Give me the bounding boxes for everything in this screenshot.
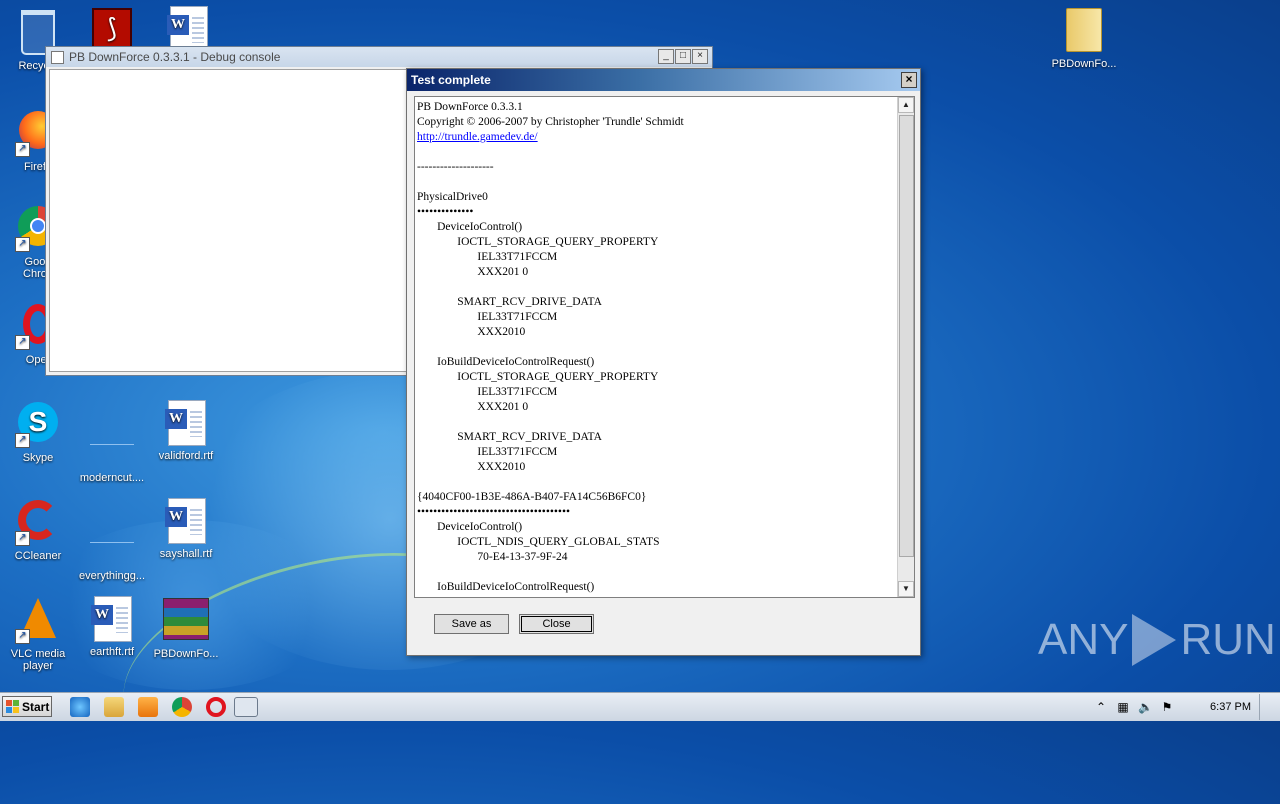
results-text: PB DownForce 0.3.3.1 Copyright © 2006-20… [417, 100, 895, 593]
debug-console-titlebar[interactable]: PB DownForce 0.3.3.1 - Debug console _ □… [46, 47, 712, 67]
start-label: Start [22, 699, 50, 714]
skype-icon: S ↗ [15, 402, 61, 448]
scroll-down-arrow-icon[interactable]: ▼ [898, 581, 914, 597]
desktop-icon-label: CCleaner [14, 550, 62, 562]
desktop-icon-label: everythingg... [78, 570, 146, 582]
desktop-icon-skype[interactable]: S ↗ Skype [0, 400, 76, 464]
window-title: PB DownForce 0.3.3.1 - Debug console [69, 50, 281, 64]
result-line: XXX201 0 [417, 266, 529, 278]
result-line: -------------------- [417, 161, 494, 173]
dialog-title: Test complete [411, 73, 491, 87]
result-line: IoBuildDeviceIoControlRequest() [417, 356, 595, 368]
close-button[interactable]: Close [519, 614, 594, 634]
blank-file-icon [89, 520, 135, 566]
word-doc-icon: W [163, 498, 209, 544]
media-player-icon[interactable] [138, 697, 158, 717]
desktop-icon-label: PBDownFo... [153, 648, 219, 660]
word-doc-icon: W [89, 596, 135, 642]
result-line: •••••••••••••• [417, 206, 474, 218]
anyrun-watermark: ANY RUN [1038, 608, 1276, 672]
opera-taskbar-icon[interactable] [206, 697, 226, 717]
result-line: IEL33T71FCCM [417, 386, 558, 398]
desktop-icon-label: Skype [22, 452, 54, 464]
watermark-text-left: ANY [1038, 615, 1129, 664]
minimize-button[interactable]: _ [658, 49, 674, 64]
desktop-icon-everythingg[interactable]: everythingg... [74, 498, 150, 582]
show-hidden-icons-icon[interactable]: ⌃ [1094, 700, 1108, 714]
folder-icon [1061, 8, 1107, 54]
close-icon[interactable]: × [901, 72, 917, 88]
result-line: DeviceIoControl() [417, 221, 523, 233]
desktop-icon-moderncut[interactable]: moderncut.... [74, 400, 150, 484]
chrome-taskbar-icon[interactable] [172, 697, 192, 717]
result-line: IEL33T71FCCM [417, 251, 558, 263]
test-complete-dialog[interactable]: Test complete × PB DownForce 0.3.3.1 Cop… [406, 68, 921, 656]
vlc-cone-icon: ↗ [15, 598, 61, 644]
desktop-icon-sayshall[interactable]: W sayshall.rtf [148, 498, 224, 560]
result-line: PhysicalDrive0 [417, 191, 488, 203]
volume-icon[interactable]: 🔈 [1138, 700, 1153, 714]
internet-explorer-icon[interactable] [70, 697, 90, 717]
show-desktop-button[interactable] [1259, 694, 1276, 720]
close-button[interactable]: × [692, 49, 708, 64]
homepage-link[interactable]: http://trundle.gamedev.de/ [417, 131, 538, 143]
desktop-icon-label: validford.rtf [158, 450, 214, 462]
scroll-up-arrow-icon[interactable]: ▲ [898, 97, 914, 113]
desktop-icon-vlc[interactable]: ↗ VLC media player [0, 596, 76, 672]
pbdownforce-taskbar-icon[interactable] [234, 697, 258, 717]
desktop-icon-label: earthft.rtf [89, 646, 135, 658]
desktop-icon-pbdownforce-folder[interactable]: PBDownFo... [1046, 6, 1122, 70]
result-line: IoBuildDeviceIoControlRequest() [417, 581, 595, 593]
blank-file-icon [89, 422, 135, 468]
result-line: IEL33T71FCCM [417, 446, 558, 458]
word-doc-icon: W [163, 400, 209, 446]
file-explorer-icon[interactable] [104, 697, 124, 717]
result-line: {4040CF00-1B3E-486A-B407-FA14C56B6FC0} [417, 491, 647, 503]
result-line: DeviceIoControl() [417, 521, 523, 533]
result-line: IOCTL_STORAGE_QUERY_PROPERTY [417, 236, 659, 248]
result-line: IEL33T71FCCM [417, 311, 558, 323]
play-triangle-icon [1132, 614, 1177, 666]
result-line: XXX201 0 [417, 401, 529, 413]
clock[interactable]: 6:37 PM [1210, 701, 1251, 713]
result-line: SMART_RCV_DRIVE_DATA [417, 431, 602, 443]
scrollbar-thumb[interactable] [899, 115, 914, 557]
dialog-titlebar[interactable]: Test complete [407, 69, 920, 91]
system-tray: ⌃ ▦ 🔈 ⚑ 6:37 PM [1094, 693, 1276, 721]
result-line: XXX2010 [417, 326, 526, 338]
app-icon [51, 50, 64, 64]
desktop-icon-ccleaner[interactable]: ↗ CCleaner [0, 498, 76, 562]
result-line: XXX2010 [417, 461, 526, 473]
desktop-icon-validford[interactable]: W validford.rtf [148, 400, 224, 462]
desktop-icon-label: moderncut.... [79, 472, 145, 484]
maximize-button[interactable]: □ [675, 49, 691, 64]
desktop-icon-label: sayshall.rtf [159, 548, 213, 560]
result-line: IOCTL_NDIS_QUERY_GLOBAL_STATS [417, 536, 660, 548]
action-center-flag-icon[interactable]: ⚑ [1160, 700, 1174, 714]
result-line: PB DownForce 0.3.3.1 [417, 101, 523, 113]
result-line: IOCTL_STORAGE_QUERY_PROPERTY [417, 371, 659, 383]
start-button[interactable]: Start [2, 696, 52, 717]
desktop-icon-label: VLC media player [10, 648, 66, 672]
result-line: Copyright © 2006-2007 by Christopher 'Tr… [417, 116, 684, 128]
desktop-icon-pbdownforce-archive[interactable]: PBDownFo... [148, 596, 224, 660]
result-line: •••••••••••••••••••••••••••••••••••••• [417, 506, 570, 518]
winrar-archive-icon [163, 598, 209, 644]
desktop-icon-earthft[interactable]: W earthft.rtf [74, 596, 150, 658]
result-line: 70-E4-13-37-9F-24 [417, 551, 568, 563]
vertical-scrollbar[interactable]: ▲ ▼ [897, 97, 914, 597]
watermark-text-right: RUN [1180, 615, 1276, 664]
result-line: SMART_RCV_DRIVE_DATA [417, 296, 602, 308]
network-icon[interactable]: ▦ [1116, 700, 1130, 714]
ccleaner-icon: ↗ [15, 500, 61, 546]
desktop-icon-label: PBDownFo... [1051, 58, 1117, 70]
results-textbox[interactable]: PB DownForce 0.3.3.1 Copyright © 2006-20… [414, 96, 915, 598]
windows-logo-icon [6, 700, 19, 713]
save-as-button[interactable]: Save as [434, 614, 509, 634]
taskbar: Start ⌃ ▦ 🔈 ⚑ 6:37 PM [0, 692, 1280, 721]
